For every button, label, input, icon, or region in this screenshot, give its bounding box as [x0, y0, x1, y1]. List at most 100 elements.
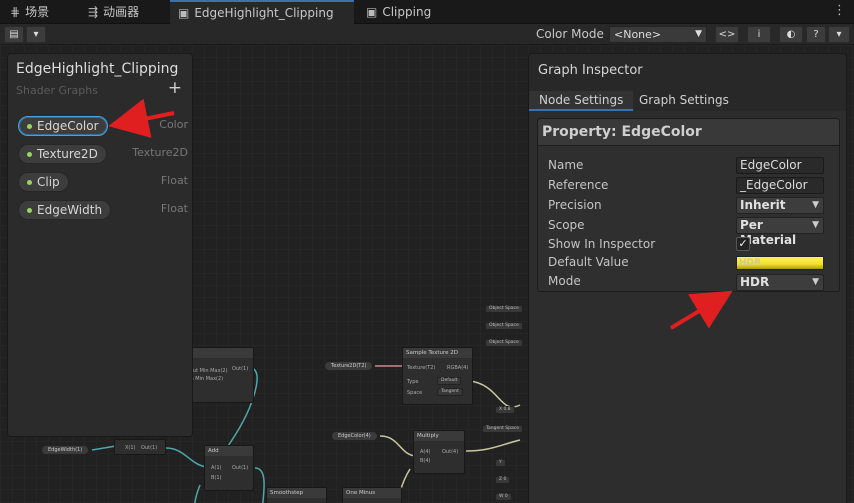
blackboard-item-clip[interactable]: Clip Float — [18, 172, 188, 192]
tab-scene[interactable]: ⋕ 场景 — [2, 0, 57, 24]
sample-texture-2d-node[interactable]: Sample Texture 2D Texture(T2) RGBA(4) Ty… — [402, 347, 473, 405]
chevron-down-icon: ▼ — [695, 29, 702, 39]
node-title: One Minus — [343, 488, 401, 498]
vector-field[interactable]: X 0.8 — [495, 406, 515, 414]
shader-graph-window: ⋕ 场景 ⇶ 动画器 ▣ EdgeHighlight_Clipping ▣ Cl… — [0, 0, 854, 503]
reference-field[interactable]: _EdgeColor — [736, 177, 824, 194]
one-minus-node[interactable]: One Minus — [342, 487, 402, 503]
property-dot-icon — [27, 151, 32, 157]
main-preview-toggle-icon[interactable]: <> — [715, 26, 739, 43]
remap-node[interactable]: Out Min Max(2) In Min Max(2) Out(1) — [186, 347, 254, 403]
color-mode-label: Color Mode — [536, 27, 604, 41]
property-pill[interactable]: Texture2D — [18, 144, 107, 164]
info-icon[interactable]: i — [747, 26, 771, 43]
node-port: Out Min Max(2) — [189, 368, 228, 374]
property-type: Texture2D — [132, 146, 188, 159]
edgewidth-property-node[interactable]: EdgeWidth(1) — [41, 445, 90, 455]
blackboard-item-texture2d[interactable]: Texture2D Texture2D — [18, 144, 188, 164]
default-value-label: Default Value — [548, 255, 629, 269]
blackboard-subtitle: Shader Graphs — [16, 84, 98, 97]
precision-select[interactable]: Inherit ▼ — [736, 197, 824, 214]
save-icon[interactable]: ▤ — [4, 26, 24, 43]
show-in-inspector-checkbox[interactable]: ✓ — [736, 237, 750, 251]
property-pill[interactable]: Clip — [18, 172, 69, 192]
help-icon[interactable]: ? — [806, 26, 826, 43]
property-type: Float — [160, 174, 188, 187]
grid-icon: ⋕ — [10, 5, 21, 19]
scope-select[interactable]: Per Material ▼ — [736, 217, 824, 247]
mode-select[interactable]: HDR ▼ — [736, 274, 824, 291]
tab-label: 动画器 — [103, 5, 140, 19]
tab-edgehighlight-clipping[interactable]: ▣ EdgeHighlight_Clipping — [170, 0, 354, 24]
node-title: Multiply — [414, 431, 464, 441]
property-name: Texture2D — [37, 147, 98, 161]
vector-field[interactable]: Z 0 — [495, 476, 511, 484]
save-dropdown-arrow-icon[interactable]: ▾ — [26, 26, 46, 43]
node-title: Add — [205, 446, 253, 456]
smoothstep-node[interactable]: Smoothstep — [266, 487, 327, 503]
type-dropdown[interactable]: Default — [437, 377, 462, 385]
object-space-button[interactable]: Object Space — [485, 339, 523, 347]
property-name: EdgeWidth — [37, 203, 103, 217]
edgewidth-node[interactable]: X(1) Out(1) — [114, 439, 166, 455]
tab-animator[interactable]: ⇶ 动画器 — [80, 0, 147, 24]
chevron-down-icon: ▼ — [812, 277, 819, 287]
node-title: Smoothstep — [267, 488, 326, 498]
kebab-menu-icon[interactable]: ⋮ — [833, 3, 846, 18]
tab-clipping[interactable]: ▣ Clipping — [358, 0, 439, 24]
object-space-button[interactable]: Object Space — [485, 322, 523, 330]
default-color-swatch[interactable]: HDR — [736, 256, 824, 270]
property-settings-box: Property: EdgeColor Name EdgeColor Refer… — [537, 118, 840, 292]
tab-graph-settings[interactable]: Graph Settings — [629, 91, 739, 111]
node-port: Out(4) — [442, 449, 459, 455]
node-title: Sample Texture 2D — [403, 348, 472, 358]
reference-label: Reference — [548, 178, 609, 192]
mode-label: Mode — [548, 274, 581, 288]
property-dot-icon — [27, 123, 32, 129]
graph-inspector-panel: Graph Inspector Node Settings Graph Sett… — [528, 53, 847, 503]
inspector-title: Graph Inspector — [538, 63, 643, 78]
blackboard-item-edgecolor[interactable]: EdgeColor Color — [18, 116, 188, 136]
property-header: Property: EdgeColor — [538, 119, 839, 146]
texture2d-property-node[interactable]: Texture2D(T2) — [324, 361, 374, 371]
sphere-preview-icon[interactable]: ◐ — [779, 26, 803, 43]
property-type: Float — [160, 202, 188, 215]
add-node[interactable]: Add A(1) B(1) Out(1) — [204, 445, 254, 491]
shader-graph-icon: ▣ — [178, 6, 190, 20]
vector-field[interactable]: Y — [495, 459, 506, 467]
precision-label: Precision — [548, 198, 602, 212]
node-port: Type — [407, 379, 419, 385]
vector-field[interactable]: W 0 — [495, 493, 512, 501]
mode-value: HDR — [740, 275, 770, 289]
space-dropdown[interactable]: Tangent — [437, 388, 463, 396]
tab-node-settings[interactable]: Node Settings — [529, 91, 634, 111]
shader-graph-icon: ▣ — [366, 5, 378, 19]
blackboard-item-edgewidth[interactable]: EdgeWidth Float — [18, 200, 188, 220]
tangent-space-button[interactable]: Tangent Space — [482, 425, 523, 433]
multiply-node[interactable]: Multiply A(4) B(4) Out(4) — [413, 430, 465, 474]
property-pill[interactable]: EdgeColor — [18, 116, 108, 136]
node-port: Out(1) — [232, 366, 249, 372]
options-dropdown-icon[interactable]: ▾ — [828, 26, 850, 43]
property-pill[interactable]: EdgeWidth — [18, 200, 112, 220]
blackboard-title: EdgeHighlight_Clipping — [16, 61, 179, 77]
name-label: Name — [548, 158, 584, 172]
property-dot-icon — [27, 207, 32, 213]
tab-bar: ⋕ 场景 ⇶ 动画器 ▣ EdgeHighlight_Clipping ▣ Cl… — [0, 0, 854, 24]
color-mode-select[interactable]: <None> ▼ — [609, 26, 707, 43]
node-port: Out(1) — [141, 445, 158, 451]
property-type: Color — [159, 118, 188, 131]
node-port: B(1) — [211, 475, 222, 481]
property-name: EdgeColor — [37, 119, 99, 133]
name-field[interactable]: EdgeColor — [736, 157, 824, 174]
inspector-body: Property: EdgeColor Name EdgeColor Refer… — [529, 111, 846, 503]
tab-label: 场景 — [25, 5, 50, 19]
precision-value: Inherit — [740, 198, 786, 212]
property-name: Clip — [37, 175, 60, 189]
edgecolor-property-node[interactable]: EdgeColor(4) — [331, 431, 378, 441]
add-property-icon[interactable]: + — [168, 78, 182, 98]
tab-label: EdgeHighlight_Clipping — [194, 6, 334, 20]
object-space-button[interactable]: Object Space — [485, 305, 523, 313]
node-title — [187, 348, 253, 358]
node-port: A(1) — [211, 465, 222, 471]
